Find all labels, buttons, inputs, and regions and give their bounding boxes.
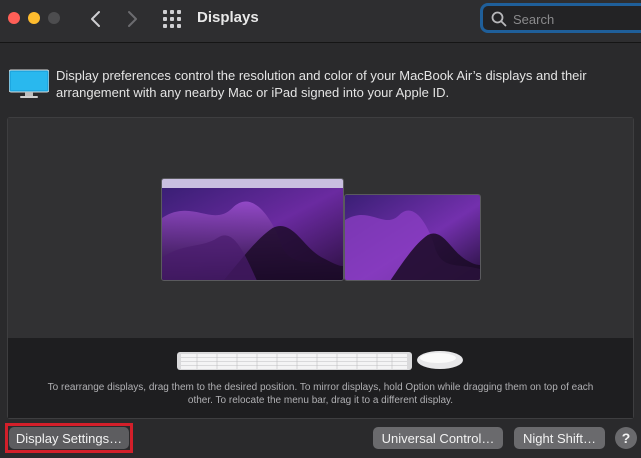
- display-icon: [9, 69, 49, 98]
- magnifying-glass-icon: [491, 11, 507, 27]
- show-all-button[interactable]: [163, 10, 181, 28]
- arrangement-canvas: [8, 118, 633, 338]
- display-settings-button[interactable]: Display Settings…: [9, 427, 129, 449]
- wallpaper-image: [162, 188, 343, 280]
- chevron-left-icon: [91, 11, 100, 27]
- mouse-icon: [417, 351, 463, 369]
- close-window-button[interactable]: [8, 12, 20, 24]
- help-button[interactable]: ?: [615, 427, 637, 449]
- keyboard-icon: [177, 352, 412, 370]
- main-display-thumbnail[interactable]: [161, 178, 344, 281]
- arrangement-hint: To rearrange displays, drag them to the …: [47, 382, 594, 406]
- window-title: Displays: [197, 9, 259, 26]
- description-text: Display preferences control the resoluti…: [56, 68, 587, 100]
- search-input[interactable]: [511, 9, 641, 29]
- wallpaper-image: [345, 195, 480, 280]
- zoom-window-button[interactable]: [48, 12, 60, 24]
- search-field[interactable]: [480, 3, 641, 33]
- back-button[interactable]: [86, 8, 108, 30]
- menu-bar-handle[interactable]: [162, 179, 343, 188]
- chevron-right-icon: [128, 11, 137, 27]
- display-arrangement-area: To rearrange displays, drag them to the …: [7, 117, 634, 419]
- forward-button[interactable]: [120, 8, 142, 30]
- grid-icon: [163, 10, 181, 28]
- input-devices-strip: To rearrange displays, drag them to the …: [8, 338, 633, 418]
- secondary-display-thumbnail[interactable]: [344, 194, 481, 281]
- night-shift-button[interactable]: Night Shift…: [514, 427, 605, 449]
- title-bar: Displays: [0, 0, 641, 43]
- minimize-window-button[interactable]: [28, 12, 40, 24]
- universal-control-button[interactable]: Universal Control…: [373, 427, 503, 449]
